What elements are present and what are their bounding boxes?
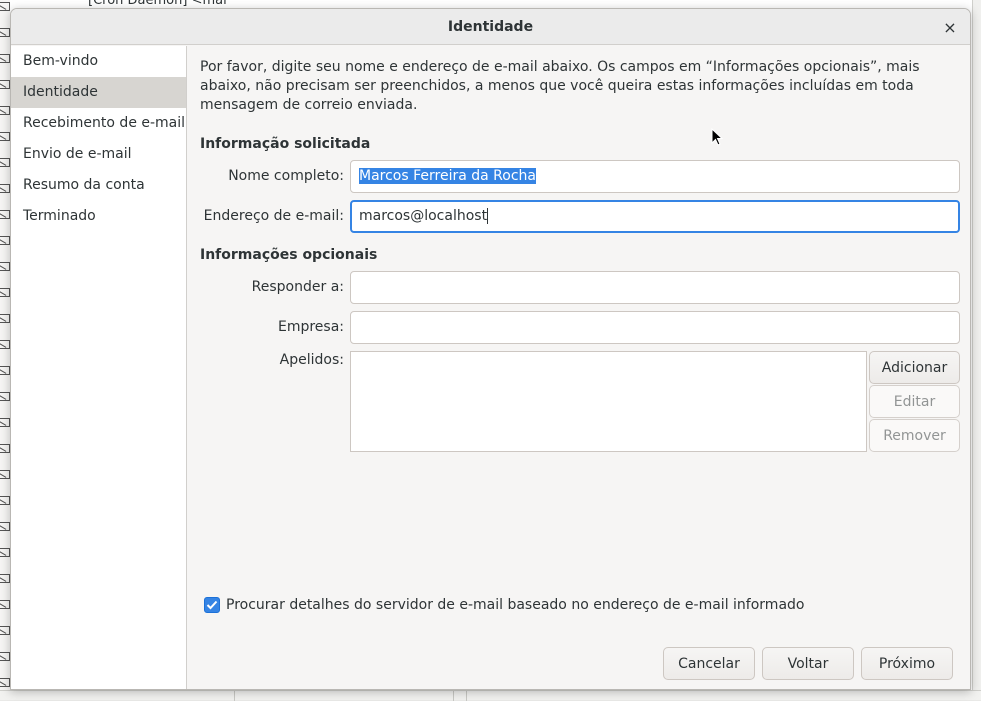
mail-icon [0, 236, 10, 245]
company-label: Empresa: [277, 319, 344, 335]
email-value: marcos@localhost [359, 208, 488, 224]
sidebar-item-account-summary[interactable]: Resumo da conta [11, 170, 186, 201]
lookup-server-label: Procurar detalhes do servidor de e-mail … [226, 597, 805, 613]
mail-icon [0, 288, 10, 297]
mail-icon [0, 184, 10, 193]
lookup-server-checkbox[interactable] [204, 597, 220, 613]
mail-icon [0, 626, 10, 635]
mail-icon [0, 600, 10, 609]
mail-icon [0, 366, 10, 375]
email-input[interactable]: marcos@localhost [350, 200, 960, 233]
mail-icon [0, 54, 10, 63]
checkmark-icon [206, 600, 218, 610]
sidebar-item-identity[interactable]: Identidade [11, 77, 186, 108]
close-icon[interactable]: × [940, 17, 960, 37]
mail-icon [0, 574, 10, 583]
reply-to-label: Responder a: [251, 279, 344, 295]
mail-icon [0, 470, 10, 479]
mail-icon [0, 418, 10, 427]
aliases-label: Apelidos: [279, 352, 344, 368]
sidebar-item-sending-mail[interactable]: Envio de e-mail [11, 139, 186, 170]
lookup-server-row: Procurar detalhes do servidor de e-mail … [204, 597, 804, 613]
company-input[interactable] [350, 311, 960, 344]
mail-icon [0, 2, 10, 11]
mouse-pointer-icon [711, 128, 723, 146]
mail-icon [0, 106, 10, 115]
mail-icon [0, 444, 10, 453]
cancel-button[interactable]: Cancelar [663, 647, 755, 680]
mail-icon [0, 392, 10, 401]
add-alias-button[interactable]: Adicionar [869, 351, 960, 384]
mail-icon [0, 678, 10, 687]
identity-form: Por favor, digite seu nome e endereço de… [188, 46, 970, 689]
required-section-heading: Informação solicitada [200, 136, 371, 152]
identity-dialog: Identidade × Bem-vindo Identidade Recebi… [10, 8, 971, 690]
mail-icon [0, 262, 10, 271]
back-button[interactable]: Voltar [762, 647, 854, 680]
mail-icon [0, 652, 10, 661]
mail-icon [0, 340, 10, 349]
dialog-title: Identidade [447, 18, 534, 35]
dialog-titlebar: Identidade × [11, 9, 970, 45]
background-status-area [0, 690, 981, 701]
background-pane-edge [972, 0, 981, 700]
email-label: Endereço de e-mail: [203, 208, 344, 224]
intro-text: Por favor, digite seu nome e endereço de… [200, 59, 920, 113]
sidebar-item-done[interactable]: Terminado [11, 201, 186, 232]
full-name-input[interactable]: Marcos Ferreira da Rocha [350, 160, 960, 193]
remove-alias-button[interactable]: Remover [869, 419, 960, 452]
mail-icon [0, 314, 10, 323]
full-name-label: Nome completo: [228, 168, 344, 184]
mail-icon [0, 522, 10, 531]
mail-icon [0, 210, 10, 219]
next-button[interactable]: Próximo [861, 647, 953, 680]
edit-alias-button[interactable]: Editar [869, 385, 960, 418]
aliases-list[interactable] [350, 351, 867, 452]
mail-icon [0, 28, 10, 37]
mail-icon [0, 132, 10, 141]
sidebar-item-receiving-mail[interactable]: Recebimento de e-mail [11, 108, 186, 139]
background-message-subject: [Cron Daemon] <mai [88, 0, 227, 8]
message-list-icon-column [0, 0, 10, 700]
mail-icon [0, 80, 10, 89]
assistant-steps-sidebar: Bem-vindo Identidade Recebimento de e-ma… [11, 46, 187, 689]
full-name-value: Marcos Ferreira da Rocha [359, 168, 536, 184]
optional-section-heading: Informações opcionais [200, 247, 378, 263]
mail-icon [0, 496, 10, 505]
mail-icon [0, 158, 10, 167]
reply-to-input[interactable] [350, 271, 960, 304]
text-caret [487, 208, 489, 224]
mail-icon [0, 548, 10, 557]
sidebar-item-welcome[interactable]: Bem-vindo [11, 46, 186, 77]
